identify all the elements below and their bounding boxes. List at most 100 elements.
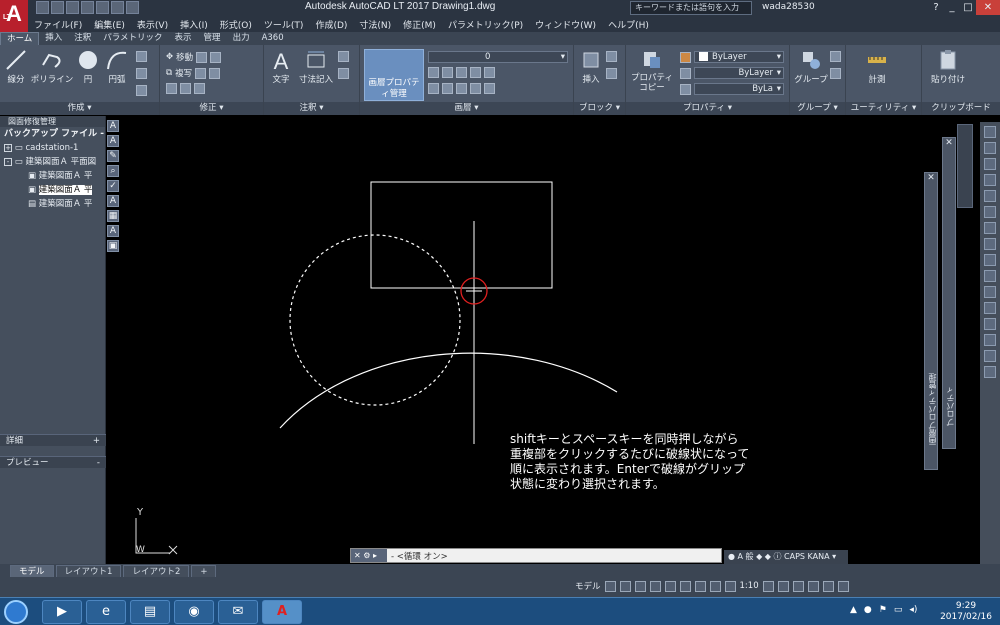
tool-icon[interactable] [984,366,996,378]
antivirus-icon[interactable]: ● [864,605,872,615]
preview-toggle[interactable]: - [97,457,100,469]
edit-block-icon[interactable] [606,68,617,79]
tab-home[interactable]: ホーム [0,32,40,45]
drawing-canvas[interactable] [125,116,940,564]
paste-tool[interactable]: 貼り付け [928,49,968,85]
rectangle-icon[interactable] [136,51,147,62]
layer-tool-icon[interactable] [484,67,495,78]
isolate-icon[interactable] [807,580,819,592]
user-name[interactable]: wada28530 [762,2,815,12]
fillet-icon[interactable] [209,67,221,79]
tool-icon[interactable] [984,142,996,154]
tab-output[interactable]: 出力 [227,32,256,45]
groups-panel-title[interactable]: グループ ▾ [790,102,845,115]
tab-a360[interactable]: A360 [256,32,290,45]
properties-panel-title[interactable]: プロパティ ▾ [626,102,789,115]
menu-modify[interactable]: 修正(M) [397,18,442,31]
minimize-button[interactable]: _ [944,0,960,15]
undo-icon[interactable] [111,1,124,14]
system-clock[interactable]: 9:29 2017/02/16 [936,601,996,623]
menu-tools[interactable]: ツール(T) [258,18,310,31]
grid-icon[interactable] [604,580,616,592]
tab-manage[interactable]: 管理 [198,32,227,45]
menu-window[interactable]: ウィンドウ(W) [529,18,602,31]
measure-tool[interactable]: 計測 [862,49,892,85]
tab-insert[interactable]: 挿入 [39,32,68,45]
close-icon[interactable]: ✕ [925,173,937,183]
tool-icon[interactable] [984,302,996,314]
menu-format[interactable]: 形式(O) [214,18,258,31]
ellipse-icon[interactable] [136,85,147,96]
lineweight-dropdown[interactable]: ByLa ▾ [694,83,784,95]
chrome-icon[interactable]: ◉ [174,600,214,624]
arc-tool[interactable]: 円弧 [105,49,129,85]
tool-icon[interactable] [984,238,996,250]
draw-panel-title[interactable]: 作成 ▾ [0,102,159,115]
move-tool[interactable]: ✥ 移動 [166,51,222,63]
text-edit-icon[interactable]: A [107,135,119,147]
polyline-tool[interactable]: ポリライン [30,49,74,85]
close-icon[interactable]: ✕ [943,138,955,148]
modify-panel-title[interactable]: 修正 ▾ [160,102,263,115]
command-line-controls[interactable]: ✕ ⚙ ▸ [351,549,387,562]
table-icon[interactable] [338,68,349,79]
layer-tool-icon[interactable] [456,83,467,94]
start-button[interactable] [4,600,28,624]
color-dropdown[interactable]: ByLayer ▾ [694,51,784,63]
new-icon[interactable] [36,1,49,14]
customize-icon[interactable] [837,580,849,592]
tool-icon[interactable] [984,270,996,282]
tray-chevron-icon[interactable]: ▲ [850,605,857,615]
infocenter-tray[interactable]: ● A 般 ◆ ◆ ⓘ CAPS KANA ▾ [724,550,848,564]
circle-tool[interactable]: 円 [77,49,99,85]
gear-icon[interactable] [762,580,774,592]
table-style-icon[interactable]: ▦ [107,210,119,222]
tree-item[interactable]: ▤ 建築図面Ａ 平 [0,197,105,211]
annotation-panel-title[interactable]: 注釈 ▾ [264,102,359,115]
menu-draw[interactable]: 作成(D) [309,18,353,31]
osnap-icon[interactable] [664,580,676,592]
search-input[interactable]: キーワードまたは語句を入力 [630,1,752,15]
menu-parametric[interactable]: パラメトリック(P) [442,18,529,31]
mail-app-icon[interactable]: ✉ [218,600,258,624]
stretch-icon[interactable] [166,83,177,94]
otrack-icon[interactable] [679,580,691,592]
ungroup-icon[interactable] [830,51,841,62]
find-icon[interactable]: ⌕ [107,165,119,177]
preview-section[interactable]: プレビュー - [0,456,106,468]
autocad-taskbar-icon[interactable]: A [262,600,302,624]
plot-icon[interactable] [96,1,109,14]
group-tool[interactable]: グループ [794,49,828,85]
add-layout-button[interactable]: + [191,565,217,577]
mirror-icon[interactable] [195,67,207,79]
scale-icon[interactable] [180,83,191,94]
tool-icon[interactable] [984,174,996,186]
layer-dropdown[interactable]: 0 ▾ [428,51,568,63]
plus-icon[interactable] [777,580,789,592]
menu-dimension[interactable]: 寸法(N) [353,18,397,31]
tab-view[interactable]: 表示 [169,32,198,45]
tool-icon[interactable] [984,206,996,218]
tool-icon[interactable] [984,222,996,234]
tool-icon[interactable] [984,126,996,138]
clipboard-panel-title[interactable]: クリップボード [922,102,1000,115]
palette-title[interactable]: 図面修復管理 [0,116,105,127]
dimension-tool[interactable]: 寸法記入 [296,49,336,85]
arc-object[interactable] [279,352,618,429]
block-panel-title[interactable]: ブロック ▾ [574,102,625,115]
expand-icon[interactable]: + [4,143,12,152]
line-tool[interactable]: 線分 [4,49,28,85]
save-icon[interactable] [66,1,79,14]
spell-icon[interactable]: ✓ [107,180,119,192]
selection-cycling-icon[interactable] [724,580,736,592]
mtext-icon[interactable]: A [107,225,119,237]
menu-help[interactable]: ヘルプ(H) [602,18,655,31]
circle-object-dashed[interactable] [289,234,461,406]
tab-layout1[interactable]: レイアウト1 [55,565,122,577]
properties-palette-collapsed[interactable]: ✕ プロパティ [942,137,956,449]
text-scale-icon[interactable]: A [107,195,119,207]
backup-files-header[interactable]: バックアップ ファイル - [0,127,105,141]
tree-item[interactable]: ▣ 建築図面Ａ 平 [0,169,105,183]
workspace-icon[interactable] [792,580,804,592]
hatch-icon[interactable] [136,68,147,79]
